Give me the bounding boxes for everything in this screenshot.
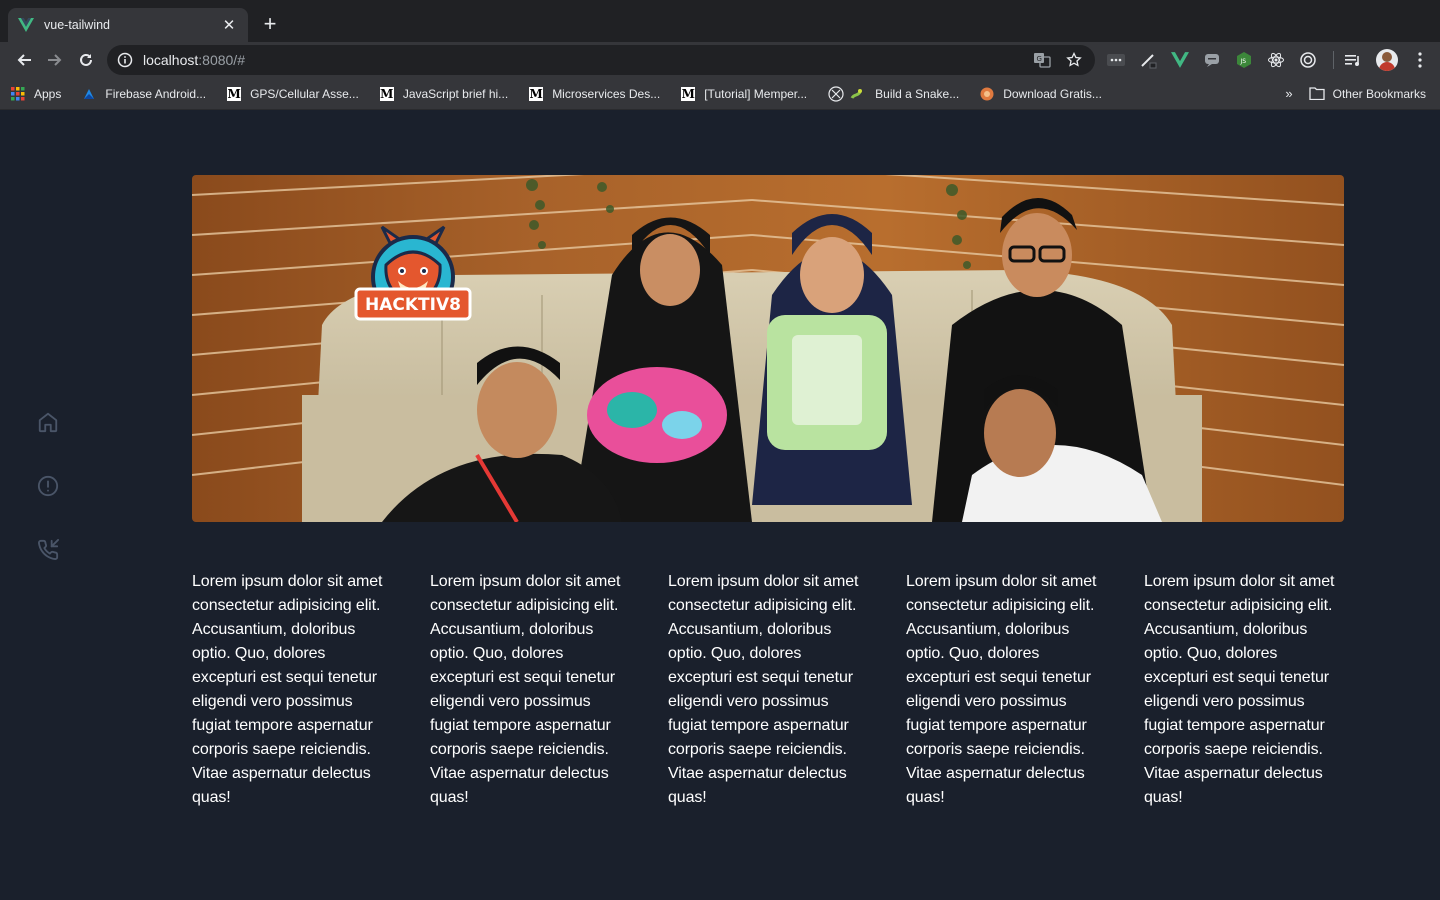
download-site-icon — [979, 86, 995, 102]
back-button[interactable] — [8, 44, 39, 76]
arrow-left-icon — [17, 54, 31, 66]
medium-icon: M — [227, 86, 242, 101]
text-column: Lorem ipsum dolor sit amet consectetur a… — [430, 573, 621, 806]
extension-target-icon[interactable] — [1295, 47, 1321, 73]
medium-icon: M — [529, 86, 544, 101]
tab-strip: vue-tailwind ✕ + — [0, 0, 1440, 42]
bookmark-snake[interactable]: Build a Snake... — [827, 85, 959, 102]
other-bookmarks[interactable]: Other Bookmarks — [1308, 86, 1426, 102]
text-column: Lorem ipsum dolor sit amet consectetur a… — [1144, 573, 1335, 806]
text-column: Lorem ipsum dolor sit amet consectetur a… — [906, 573, 1097, 806]
browser-menu-icon[interactable] — [1408, 48, 1432, 72]
star-icon[interactable] — [1063, 49, 1085, 71]
address-bar[interactable]: localhost :8080/# G — [107, 45, 1095, 75]
medium-icon: M — [379, 86, 394, 101]
url-path: :8080/# — [198, 52, 245, 68]
extensions-area: JS — [1103, 47, 1432, 73]
react-devtools-icon[interactable] — [1263, 47, 1289, 73]
bookmarks-overflow-button[interactable]: » — [1285, 86, 1292, 101]
close-tab-icon[interactable]: ✕ — [220, 16, 238, 34]
browser-toolbar: localhost :8080/# G JS — [0, 42, 1440, 78]
url-host: localhost — [143, 52, 199, 68]
bookmarks-bar: Apps Firebase Android... M GPS/Cellular … — [0, 78, 1440, 110]
reload-icon — [79, 53, 92, 66]
browser-tab[interactable]: vue-tailwind ✕ — [8, 8, 248, 42]
team-banner-image: HACKTIV8 — [192, 175, 1344, 522]
bookmark-download[interactable]: Download Gratis... — [979, 86, 1102, 102]
forward-button[interactable] — [39, 44, 70, 76]
page-content: HACKTIV8 Lorem ipsum dolor sit amet cons… — [0, 110, 1440, 900]
profile-avatar[interactable] — [1376, 49, 1398, 71]
vue-logo-icon — [18, 17, 34, 33]
apps-grid-icon — [10, 86, 26, 102]
extension-chat-icon[interactable] — [1199, 47, 1225, 73]
text-columns: Lorem ipsum dolor sit amet consectetur a… — [192, 570, 1344, 810]
extension-pen-icon[interactable] — [1135, 47, 1161, 73]
text-column: Lorem ipsum dolor sit amet consectetur a… — [192, 573, 383, 806]
bookmark-gps[interactable]: M GPS/Cellular Asse... — [226, 86, 359, 102]
home-icon[interactable] — [36, 410, 60, 434]
phone-incoming-icon[interactable] — [36, 538, 60, 562]
info-icon[interactable] — [117, 52, 133, 68]
new-tab-button[interactable]: + — [258, 12, 282, 36]
bookmark-microservices[interactable]: M Microservices Des... — [528, 86, 660, 102]
alert-circle-icon[interactable] — [36, 474, 60, 498]
bookmark-javascript[interactable]: M JavaScript brief hi... — [379, 86, 508, 102]
medium-icon: M — [681, 86, 696, 101]
svg-text:G: G — [1037, 55, 1042, 63]
svg-text:HACKTIV8: HACKTIV8 — [365, 295, 461, 315]
bookmark-apps[interactable]: Apps — [10, 86, 61, 102]
extension-dots-icon[interactable] — [1103, 47, 1129, 73]
firebase-icon — [81, 86, 97, 102]
reload-button[interactable] — [70, 44, 101, 76]
svg-text:JS: JS — [1240, 58, 1247, 65]
text-column: Lorem ipsum dolor sit amet consectetur a… — [668, 573, 859, 806]
snake-icon — [827, 85, 867, 102]
bookmark-firebase[interactable]: Firebase Android... — [81, 86, 206, 102]
sidebar-nav — [36, 410, 60, 602]
media-queue-icon[interactable] — [1340, 47, 1366, 73]
translate-icon[interactable]: G — [1031, 49, 1053, 71]
arrow-right-icon — [47, 54, 61, 66]
nodejs-icon[interactable]: JS — [1231, 47, 1257, 73]
vue-devtools-icon[interactable] — [1167, 47, 1193, 73]
folder-icon — [1308, 86, 1325, 102]
tab-title: vue-tailwind — [44, 18, 111, 32]
bookmark-tutorial[interactable]: M [Tutorial] Memper... — [680, 86, 807, 102]
